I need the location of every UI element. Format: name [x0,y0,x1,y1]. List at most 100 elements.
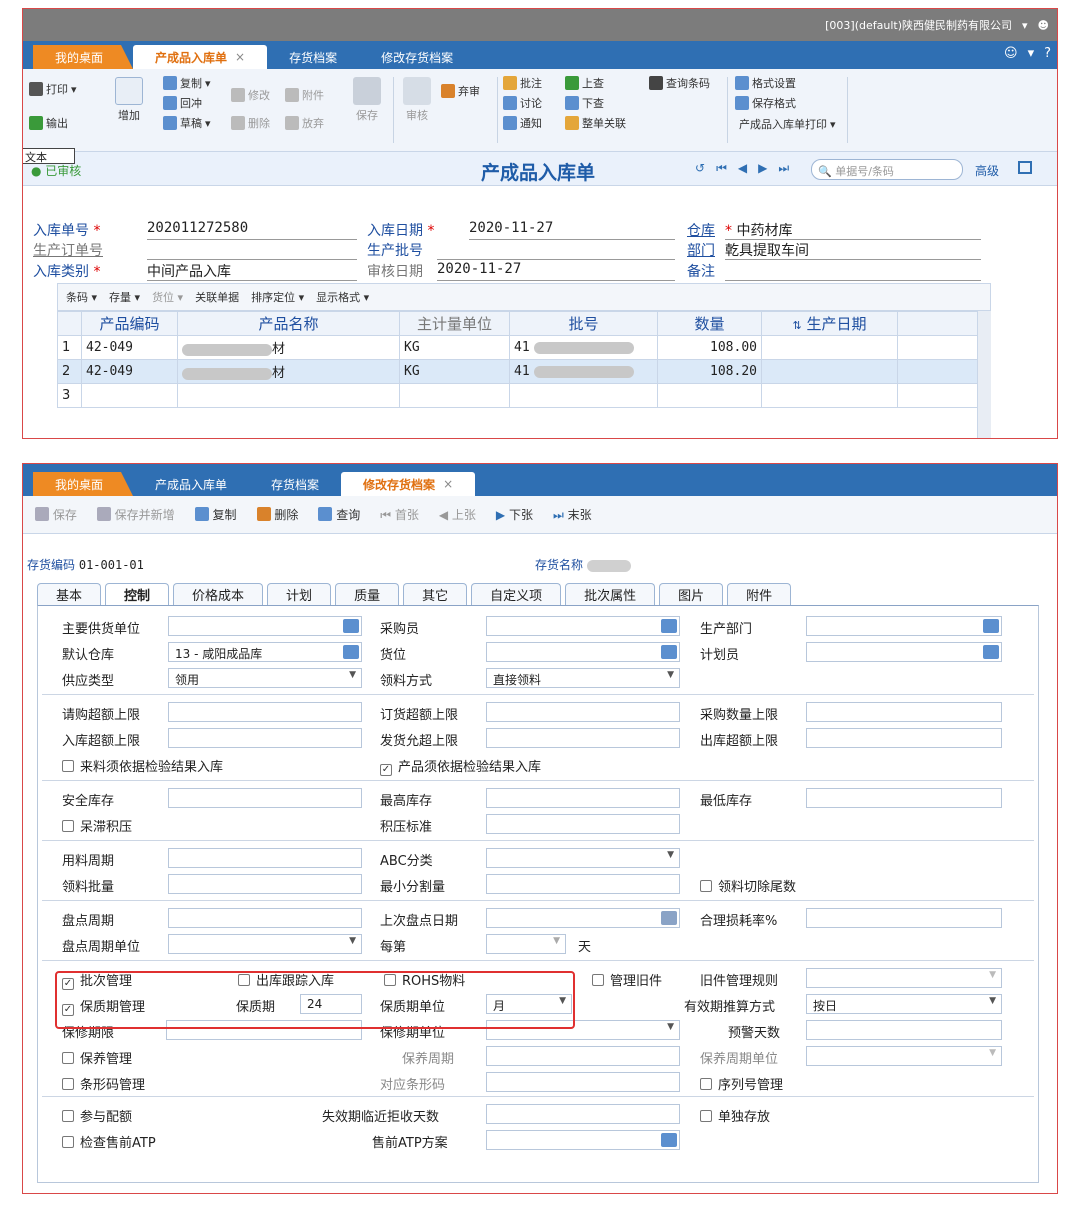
in-over-input[interactable] [168,728,362,748]
layout-icon[interactable] [1018,161,1032,174]
table-row[interactable]: 3 [57,383,991,408]
maint-cycle-input[interactable] [486,1046,680,1066]
last-count-input[interactable] [486,908,680,928]
location-input[interactable] [486,642,680,662]
calendar-icon[interactable] [661,911,677,925]
ship-over-input[interactable] [486,728,680,748]
tab-plan[interactable]: 计划 [267,583,332,605]
lookup-icon[interactable] [983,645,999,659]
save-format-button[interactable]: 保存格式 [735,95,796,111]
maint-unit-select[interactable]: ▼ [806,1046,1002,1066]
col-header-code[interactable]: 产品编码 [81,311,178,336]
tab-quality[interactable]: 质量 [335,583,400,605]
batch-field[interactable] [437,240,675,260]
tab-my-desktop[interactable]: 我的桌面 [33,472,134,496]
col-header-date[interactable]: ⇅ 生产日期 [761,311,898,336]
backlog-std-input[interactable] [486,814,680,834]
serial-mgmt-checkbox[interactable]: 序列号管理 [700,1074,783,1093]
chevron-down-icon[interactable]: ▾ [1028,46,1035,61]
col-header-unit[interactable]: 主计量单位 [399,311,510,336]
tab-receipt[interactable]: 产成品入库单 [133,472,249,496]
barcode-mgmt-checkbox[interactable]: 条形码管理 [62,1074,145,1093]
label-dept[interactable]: 部门 [687,240,715,260]
dept-field[interactable]: 乾具提取车间 [725,240,981,260]
tab-receipt[interactable]: 产成品入库单 × [133,45,268,69]
save-new-button[interactable]: 保存并新增 [96,506,175,523]
tab-modify-inventory[interactable]: 修改存货档案 [359,45,475,69]
close-icon[interactable]: × [443,477,453,491]
notify-button[interactable]: 通知 [503,115,542,131]
annotate-button[interactable]: 批注 [503,75,542,91]
first-button[interactable]: ⏮ 首张 [380,506,419,523]
attach-button[interactable]: 附件 [285,87,324,103]
lookup-icon[interactable] [661,619,677,633]
old-mgmt-checkbox[interactable]: 管理旧件 [592,970,662,989]
issue-method-select[interactable]: 直接领料 ▼ [486,668,680,688]
grid-tool-format[interactable]: 显示格式 ▾ [316,289,369,305]
min-stock-input[interactable] [806,788,1002,808]
tab-inventory[interactable]: 存货档案 [267,45,359,69]
grid-scrollbar[interactable] [977,311,991,438]
grid-tool-stock[interactable]: 存量 ▾ [109,289,140,305]
table-row[interactable]: 1 42-049 材 KG 41 108.00 [57,335,991,360]
grid-tool-location[interactable]: 货位 ▾ [152,289,183,305]
close-icon[interactable]: × [235,50,245,64]
copy-button[interactable]: 复制 [194,506,237,523]
sort-icon[interactable]: ⇅ [792,319,801,332]
lookup-down-button[interactable]: 下查 [565,95,604,111]
label-warehouse[interactable]: 仓库 [687,220,715,240]
help-icon[interactable]: ? [1044,46,1051,61]
order-over-input[interactable] [486,702,680,722]
allocation-checkbox[interactable]: 参与配额 [62,1106,132,1125]
receipt-date-field[interactable]: 2020-11-27 [469,220,675,240]
col-header-qty[interactable]: 数量 [657,311,762,336]
tab-control[interactable]: 控制 [105,583,170,605]
query-button[interactable]: 查询 [318,506,360,523]
main-supplier-input[interactable] [168,616,362,636]
lookup-icon[interactable] [661,1133,677,1147]
lookup-icon[interactable] [983,619,999,633]
save-button[interactable]: 保存 [35,506,77,523]
tab-modify-inventory[interactable]: 修改存货档案 × [341,472,476,496]
prev-button[interactable]: ◀ 上张 [439,506,476,523]
prod-order-field[interactable] [147,240,357,260]
reject-days-input[interactable] [486,1104,680,1124]
slow-moving-checkbox[interactable]: 呆滞积压 [62,816,132,835]
every-select[interactable]: ▼ [486,934,566,954]
count-cycle-input[interactable] [168,908,362,928]
tab-attachments[interactable]: 附件 [727,583,792,605]
usage-cycle-input[interactable] [168,848,362,868]
delete-button[interactable]: 删除 [231,115,270,131]
prod-check-in-checkbox[interactable]: ✓ 产品须依据检验结果入库 [380,756,541,776]
first-icon[interactable]: ⏮ [716,161,727,176]
redflush-button[interactable]: 回冲 [163,95,202,111]
lookup-icon[interactable] [343,619,359,633]
atp-check-checkbox[interactable]: 检查售前ATP [62,1132,156,1151]
smiley-icon[interactable]: ☺ [1004,46,1018,61]
tab-custom[interactable]: 自定义项 [471,583,562,605]
draft-button[interactable]: 草稿 ▾ [163,115,211,131]
lookup-up-button[interactable]: 上查 [565,75,604,91]
safety-stock-input[interactable] [168,788,362,808]
modify-button[interactable]: 修改 [231,87,270,103]
barcode-input[interactable] [486,1072,680,1092]
lookup-icon[interactable] [661,645,677,659]
add-button[interactable]: 增加 [115,77,143,123]
grid-tool-related[interactable]: 关联单据 [195,289,239,305]
count-unit-select[interactable]: ▼ [168,934,362,954]
tab-basic[interactable]: 基本 [37,583,102,605]
single-store-checkbox[interactable]: 单独存放 [700,1106,770,1125]
out-over-input[interactable] [806,728,1002,748]
tab-price-cost[interactable]: 价格成本 [173,583,264,605]
expiry-calc-select[interactable]: 按日 ▼ [806,994,1002,1014]
old-rule-select[interactable]: ▼ [806,968,1002,988]
abc-select[interactable]: ▼ [486,848,680,868]
print-button[interactable]: 打印 ▾ [29,81,77,97]
discard-audit-button[interactable]: 弃审 [441,83,480,99]
cut-tail-checkbox[interactable]: 领料切除尾数 [700,876,796,895]
supply-type-select[interactable]: 领用 ▼ [168,668,362,688]
col-header-name[interactable]: 产品名称 [177,311,400,336]
max-stock-input[interactable] [486,788,680,808]
next-button[interactable]: ▶ 下张 [496,506,533,523]
tab-images[interactable]: 图片 [659,583,724,605]
